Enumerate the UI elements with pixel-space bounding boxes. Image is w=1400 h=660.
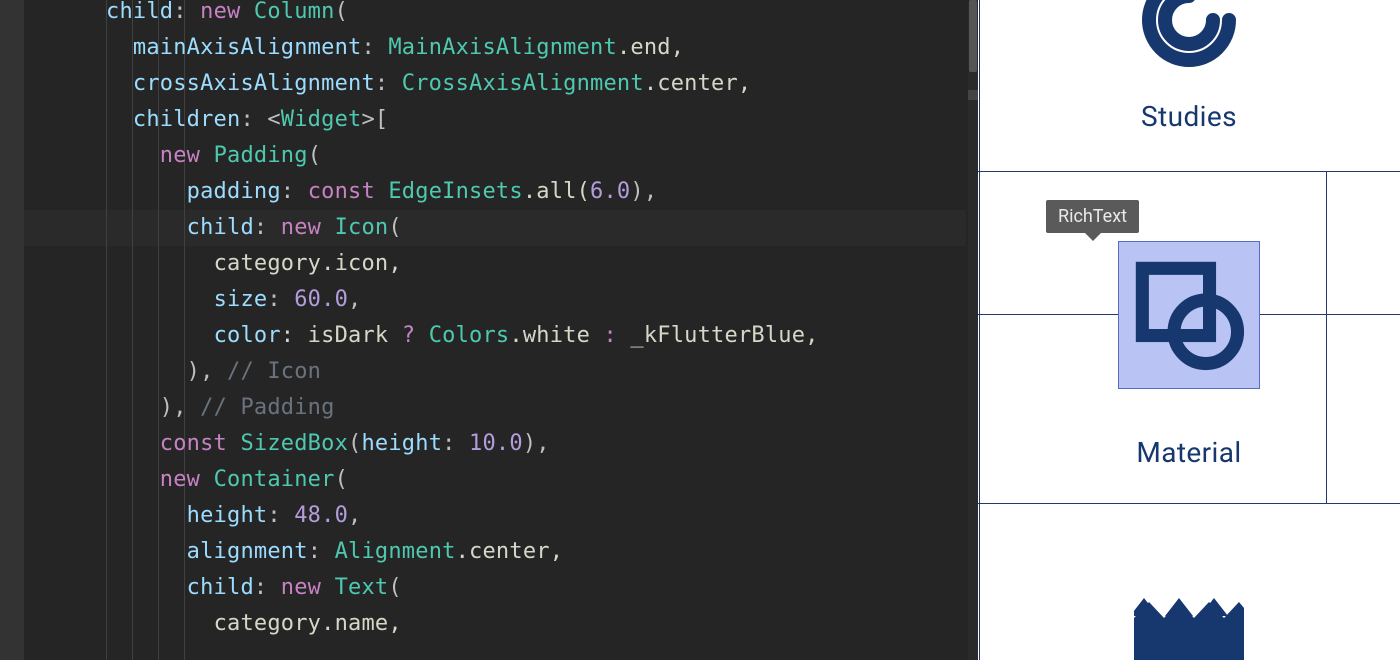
code-line[interactable]: const SizedBox(height: 10.0), [90, 426, 966, 462]
code-line[interactable]: new Padding( [90, 138, 966, 174]
code-line[interactable]: size: 60.0, [90, 282, 966, 318]
tile-label-material: Material [978, 436, 1400, 469]
code-line[interactable]: ), // Icon [90, 354, 966, 390]
cupertino-icon [1134, 598, 1244, 660]
code-editor[interactable]: child: new Column( mainAxisAlignment: Ma… [0, 0, 978, 660]
code-line[interactable]: children: <Widget>[ [90, 102, 966, 138]
inspector-gridline [978, 503, 1400, 504]
scrollbar-marker [968, 90, 978, 100]
gutter [24, 0, 84, 660]
scrollbar-thumb[interactable] [969, 0, 977, 72]
app-preview[interactable]: Studies Material RichText [978, 0, 1400, 660]
studies-icon [1129, 0, 1249, 80]
code-line[interactable]: child: new Column( [90, 0, 966, 30]
editor-scrollbar[interactable] [968, 0, 978, 660]
material-tile-inspected[interactable] [1119, 242, 1259, 388]
code-line[interactable]: ), // Padding [90, 390, 966, 426]
code-line[interactable]: color: isDark ? Colors.white : _kFlutter… [90, 318, 966, 354]
code-line[interactable]: mainAxisAlignment: MainAxisAlignment.end… [90, 30, 966, 66]
inspector-gridline [978, 171, 1400, 172]
code-line[interactable]: padding: const EdgeInsets.all(6.0), [90, 174, 966, 210]
tile-label-studies: Studies [978, 100, 1400, 133]
code-line[interactable]: height: 48.0, [90, 498, 966, 534]
code-line[interactable]: category.name, [90, 606, 966, 642]
code-line[interactable]: child: new Icon( [90, 210, 966, 246]
activity-bar [0, 0, 24, 660]
code-line[interactable]: category.icon, [90, 246, 966, 282]
code-line[interactable]: alignment: Alignment.center, [90, 534, 966, 570]
inspector-tooltip: RichText [1046, 200, 1139, 233]
code-line[interactable]: child: new Text( [90, 570, 966, 606]
code-text[interactable]: child: new Column( mainAxisAlignment: Ma… [90, 0, 966, 642]
inspector-gridline [979, 0, 980, 660]
material-icon [1133, 259, 1245, 371]
code-line[interactable]: crossAxisAlignment: CrossAxisAlignment.c… [90, 66, 966, 102]
code-line[interactable]: new Container( [90, 462, 966, 498]
